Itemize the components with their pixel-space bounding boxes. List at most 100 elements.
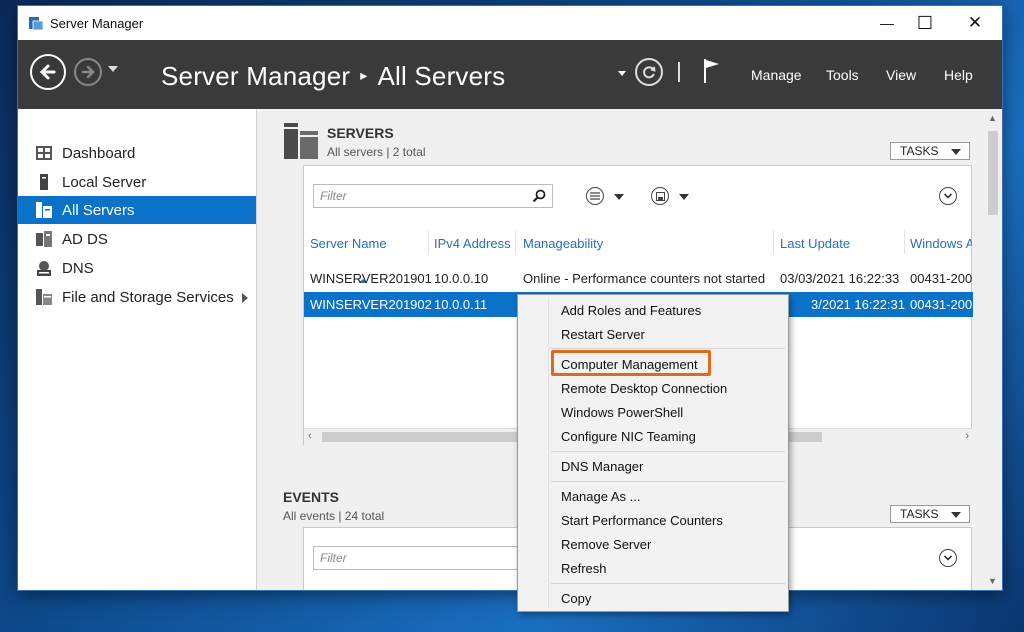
save-query-dropdown-icon[interactable] (679, 194, 689, 200)
table-row[interactable]: WINSERVER201901 10.0.0.10 Online - Perfo… (304, 266, 973, 291)
cell-windows-activation: 00431-200 (910, 297, 972, 312)
cell-server-name: WINSERVER201902 (310, 297, 432, 312)
back-button[interactable] (30, 54, 66, 90)
servers-filter-input[interactable]: Filter (313, 184, 553, 208)
history-dropdown-icon[interactable] (108, 66, 118, 72)
menu-item-dns-manager[interactable]: DNS Manager (561, 459, 643, 474)
cell-ipv4: 10.0.0.11 (434, 297, 488, 312)
notifications-flag-icon[interactable] (702, 57, 722, 85)
search-icon[interactable] (532, 189, 546, 203)
dashboard-icon (36, 145, 52, 161)
expand-panel-button[interactable] (939, 187, 957, 205)
sidebar: Dashboard Local Server All Servers AD DS… (18, 109, 257, 590)
window-title: Server Manager (50, 16, 144, 31)
maximize-button[interactable]: ☐ (902, 6, 948, 40)
sidebar-item-file-storage[interactable]: File and Storage Services (18, 283, 256, 311)
tasks-dropdown-icon (951, 512, 961, 518)
events-tasks-button[interactable]: TASKS (890, 505, 970, 523)
column-header-last-update[interactable]: Last Update (780, 236, 850, 251)
servers-section-icon (284, 123, 318, 159)
maximize-icon: ☐ (916, 12, 934, 33)
list-options-button[interactable] (586, 187, 604, 205)
refresh-icon (643, 66, 656, 79)
expand-events-button[interactable] (939, 549, 957, 567)
menu-tools[interactable]: Tools (826, 67, 859, 83)
menu-item-restart-server[interactable]: Restart Server (561, 327, 645, 342)
column-header-ipv4[interactable]: IPv4 Address (434, 236, 511, 251)
storage-icon (36, 289, 52, 305)
cell-last-update: 03/03/2021 16:22:33 (780, 271, 900, 286)
close-button[interactable]: ✕ (952, 6, 998, 40)
sidebar-item-label: File and Storage Services (62, 288, 234, 306)
menu-item-start-performance-counters[interactable]: Start Performance Counters (561, 513, 723, 528)
column-separator (515, 230, 516, 254)
sidebar-item-all-servers[interactable]: All Servers (18, 196, 256, 224)
menu-help[interactable]: Help (944, 67, 973, 83)
server-manager-app-icon (29, 17, 44, 31)
minimize-icon: — (880, 15, 894, 31)
cell-manageability: Online - Performance counters not starte… (523, 271, 766, 286)
sidebar-item-dns[interactable]: DNS (18, 254, 256, 282)
scrollbar-thumb[interactable] (988, 131, 998, 215)
breadcrumb-root[interactable]: Server Manager (161, 61, 350, 91)
scroll-left-icon[interactable]: ‹ (308, 430, 312, 442)
menu-item-remote-desktop[interactable]: Remote Desktop Connection (561, 381, 727, 396)
refresh-button[interactable] (635, 58, 663, 86)
close-icon: ✕ (967, 13, 983, 32)
scroll-down-icon[interactable]: ▼ (988, 576, 997, 586)
cell-windows-activation: 00431-200 (910, 271, 972, 286)
server-manager-window: Server Manager — ☐ ✕ Server Manager ▸ All … (18, 6, 1002, 590)
ad-ds-icon (36, 231, 52, 247)
menu-view[interactable]: View (886, 67, 916, 83)
sidebar-item-local-server[interactable]: Local Server (18, 168, 256, 196)
menu-item-remove-server[interactable]: Remove Server (561, 537, 651, 552)
header-bar: Server Manager ▸ All Servers Manage Tools … (18, 40, 1002, 109)
sidebar-item-label: Local Server (62, 173, 147, 191)
menu-gutter (548, 298, 549, 608)
column-separator (773, 230, 774, 254)
save-query-button[interactable] (651, 187, 669, 205)
events-title: EVENTS (283, 489, 340, 505)
servers-subtitle: All servers | 2 total (327, 145, 426, 159)
server-icon (36, 174, 52, 190)
vertical-scrollbar[interactable]: ▲ ▼ (984, 109, 1002, 590)
cell-ipv4: 10.0.0.10 (434, 271, 489, 286)
servers-title: SERVERS (327, 125, 394, 141)
sidebar-item-ad-ds[interactable]: AD DS (18, 225, 256, 253)
menu-item-refresh[interactable]: Refresh (561, 561, 607, 576)
column-separator (904, 230, 905, 254)
breadcrumb-separator-icon: ▸ (360, 66, 368, 83)
menu-item-add-roles[interactable]: Add Roles and Features (561, 303, 701, 318)
menu-manage[interactable]: Manage (751, 67, 802, 83)
column-separator (428, 230, 429, 254)
column-header-server-name[interactable]: Server Name (310, 236, 387, 251)
refresh-dropdown-icon[interactable] (618, 71, 626, 76)
filter-placeholder: Filter (320, 189, 347, 203)
column-header-windows-activation[interactable]: Windows A (910, 236, 972, 251)
chevron-down-icon (944, 193, 952, 199)
submenu-arrow-icon[interactable] (242, 293, 248, 303)
forward-button[interactable] (74, 58, 102, 86)
breadcrumb: Server Manager ▸ All Servers (161, 61, 505, 92)
scroll-up-icon[interactable]: ▲ (988, 113, 997, 123)
menu-item-computer-management[interactable]: Computer Management (561, 357, 698, 372)
menu-item-configure-nic-teaming[interactable]: Configure NIC Teaming (561, 429, 696, 444)
servers-tasks-button[interactable]: TASKS (890, 142, 970, 160)
dns-icon (36, 260, 52, 276)
cell-last-update: 3/2021 16:22:31 (811, 297, 905, 312)
column-header-manageability[interactable]: Manageability (523, 236, 603, 251)
menu-item-manage-as[interactable]: Manage As ... (561, 489, 641, 504)
sidebar-item-dashboard[interactable]: Dashboard (18, 139, 256, 167)
menu-separator (551, 451, 785, 452)
menu-item-copy[interactable]: Copy (561, 591, 591, 606)
filter-placeholder: Filter (320, 551, 347, 565)
list-options-dropdown-icon[interactable] (614, 194, 624, 200)
servers-icon (36, 202, 52, 218)
menu-separator (551, 481, 785, 482)
save-icon (655, 191, 665, 201)
menu-item-windows-powershell[interactable]: Windows PowerShell (561, 405, 683, 420)
scroll-right-icon[interactable]: › (965, 430, 969, 442)
menu-separator (551, 348, 785, 349)
list-icon (590, 192, 600, 200)
cell-server-name: WINSERVER201901 (310, 271, 432, 286)
